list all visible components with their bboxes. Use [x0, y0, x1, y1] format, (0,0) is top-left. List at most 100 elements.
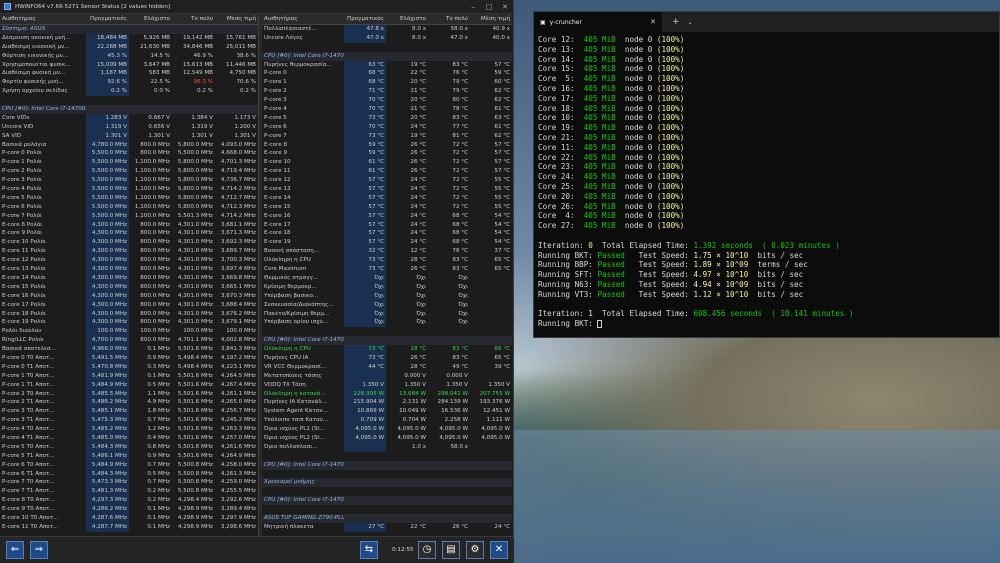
sensor-row[interactable] — [262, 505, 512, 514]
tab-close-icon[interactable]: ✕ — [650, 18, 656, 26]
sensor-row[interactable]: Μητρική πλακέτα 27 °C 22 °C 26 °C 24 °C — [262, 522, 512, 532]
network-icon[interactable]: ⇆ — [360, 541, 378, 559]
sensor-row[interactable] — [0, 96, 258, 105]
sensor-row[interactable]: Χρήση αρχείου σελίδας 0.2 % 0.0 % 0.2 % 0.2 … — [0, 87, 258, 97]
sensor-group-header[interactable]: Σύστημα: ASUS — [0, 25, 258, 34]
sensor-row[interactable]: Συσκευασία/Διακόπτης... Όχι Όχι Όχι — [262, 300, 512, 310]
sensor-row[interactable]: Πυρήνες CPU IA 73 °C 26 °C 83 °C 65 °C — [262, 353, 512, 363]
sensor-row[interactable]: E-core 8 59 °C 26 °C 72 °C 57 °C — [262, 140, 512, 150]
sensor-row[interactable]: Core VIDs 1.283 V 0.667 V 1.384 V 1.173 V — [0, 113, 258, 123]
sensor-group-header[interactable]: CPU [#0]: Intel Core i7-14700KF: DTS — [262, 51, 512, 61]
sensor-row[interactable]: P-core 4 T1 Αποτ... 5,485.0 MHz 0.4 MHz 5,5… — [0, 433, 258, 443]
sensor-row[interactable]: E-core 10 Ρολόι 4,300.0 MHz 800.0 MHz 4,301… — [0, 238, 258, 248]
sensor-row[interactable]: Διαθέσιμη φυσική μν... 1,187 MB 583 MB 12,5… — [0, 69, 258, 79]
sensor-row[interactable]: P-core 2 T0 Αποτ... 5,485.5 MHz 1.1 MHz 5,5… — [0, 389, 258, 399]
sensor-row[interactable]: E-core 18 57 °C 24 °C 68 °C 54 °C — [262, 229, 512, 239]
sensor-row[interactable]: E-core 10 61 °C 26 °C 72 °C 57 °C — [262, 158, 512, 168]
sensor-row[interactable]: P-core 4 Ρολόι 5,500.0 MHz 1,100.0 MHz 5,80… — [0, 185, 258, 194]
close-x-icon[interactable]: ✕ — [490, 541, 508, 559]
sensor-row[interactable]: Ολόκληρη η κατανά... 228.305 W 13.684 W 298… — [262, 389, 512, 399]
sensor-row[interactable]: E-core 12 Ρολόι 4,300.0 MHz 800.0 MHz 4,301… — [0, 256, 258, 266]
report-icon[interactable]: ▤ — [442, 541, 460, 559]
sensor-row[interactable]: E-core 16 57 °C 24 °C 68 °C 54 °C — [262, 211, 512, 221]
col-min[interactable]: Ελάχιστο — [129, 14, 172, 24]
sensor-row[interactable]: E-core 17 Ρολόι 4,300.0 MHz 800.0 MHz 4,301… — [0, 300, 258, 310]
col-current[interactable]: Προγματικός — [86, 14, 129, 24]
sensor-row[interactable] — [262, 327, 512, 336]
sensor-group-header[interactable]: ASUS TUF GAMING Z790-PLUS WIFI D4 (Nuvot… — [262, 513, 512, 523]
sensor-row[interactable]: Uncore Λόγος 47.0 x 8.0 x 47.0 x 40.0 x — [262, 33, 512, 43]
sensor-row[interactable]: P-core 5 T1 Αποτ... 5,486.1 MHz 0.9 MHz 5,5… — [0, 451, 258, 461]
sensor-row[interactable]: P-core 3 Ρολόι 5,500.0 MHz 1,100.0 MHz 5,80… — [0, 176, 258, 186]
sensor-row[interactable]: System Agent Καταν... 10.869 W 10.049 W 16.… — [262, 407, 512, 417]
sensor-row[interactable]: E-core 13 57 °C 24 °C 72 °C 55 °C — [262, 185, 512, 194]
sensor-row[interactable]: Uncore VID 1.319 V 0.656 V 1.319 V 1.200 V — [0, 122, 258, 132]
sensor-row[interactable]: Ρολόι διαύλου 100.0 MHz 100.0 MHz 100.0 MHz… — [0, 327, 258, 337]
sensor-row[interactable]: P-core 6 T0 Αποτ... 5,484.9 MHz 0.7 MHz 5,5… — [0, 460, 258, 470]
sensor-row[interactable]: P-core 6 Ρολόι 5,500.0 MHz 1,100.0 MHz 5,80… — [0, 202, 258, 212]
sensor-row[interactable]: E-core 9 T0 Αποτ... 4,286.2 MHz 0.1 MHz 4,2… — [0, 505, 258, 514]
new-tab-icon[interactable]: + — [672, 17, 680, 27]
sensor-row[interactable]: P-core 0 Ρολόι 5,500.0 MHz 800.0 MHz 5,500.… — [0, 149, 258, 159]
sensor-row[interactable]: E-core 17 57 °C 24 °C 68 °C 54 °C — [262, 220, 512, 230]
settings-gear-icon[interactable]: ⚙ — [466, 541, 484, 559]
hwinfo-titlebar[interactable]: HWiNFO64 v7.66-5271 Sensor Status [2 val… — [0, 0, 513, 14]
sensor-group-header[interactable]: CPU [#0]: Intel Core i7-14700KF: Enhance… — [262, 336, 512, 346]
col-avg[interactable]: Μέση τιμή — [470, 14, 512, 24]
sensor-row[interactable]: Βασικά αποτελεσ... 4,966.0 MHz 0.1 MHz 5,50… — [0, 345, 258, 354]
tab-y-cruncher[interactable]: ▣ y-cruncher ✕ — [534, 12, 662, 32]
sensor-row[interactable]: Ολόκληρη η CPU 73 °C 28 °C 83 °C 66 °C — [262, 345, 512, 354]
sensor-row[interactable]: P-core 2 71 °C 21 °C 79 °C 62 °C — [262, 87, 512, 97]
col-sensor[interactable]: Αισθητήρας — [0, 14, 86, 24]
sensor-group-header[interactable]: CPU [#0]: Intel Core i7-14700KF: Λόγοι ο… — [262, 496, 512, 506]
sensor-row[interactable]: Core Maximum 73 °C 26 °C 83 °C 65 °C — [262, 265, 512, 274]
sensor-row[interactable]: Ολόκληρη η CPU 73 °C 28 °C 83 °C 65 °C — [262, 256, 512, 266]
sensor-row[interactable]: Βασικά ρολόγια 4,780.0 MHz 800.0 MHz 5,800.… — [0, 140, 258, 150]
sensor-row[interactable]: P-core 1 T1 Αποτ... 5,484.9 MHz 0.5 MHz 5,5… — [0, 380, 258, 390]
sensor-row[interactable]: P-core 4 70 °C 21 °C 78 °C 61 °C — [262, 105, 512, 114]
sensor-row[interactable]: P-core 0 68 °C 22 °C 76 °C 59 °C — [262, 69, 512, 79]
chevron-down-icon[interactable]: ⌄ — [688, 19, 693, 26]
sensor-row[interactable]: E-core 11 Ρολόι 4,300.0 MHz 800.0 MHz 4,301… — [0, 247, 258, 257]
sensor-row[interactable]: E-core 18 Ρολόι 4,300.0 MHz 800.0 MHz 4,301… — [0, 309, 258, 319]
sensor-row[interactable]: Κρίσιμη θερμοκρ... Όχι Όχι Όχι — [262, 282, 512, 292]
sensor-row[interactable]: Πυρήνες IA Κατανάλ... 215.904 W 2.131 W 284… — [262, 398, 512, 408]
terminal-window[interactable]: ▣ y-cruncher ✕ + ⌄ Core 12: 405 MiB node… — [533, 11, 1000, 338]
sensor-row[interactable]: P-core 3 T1 Αποτ... 5,475.3 MHz 0.7 MHz 5,5… — [0, 416, 258, 426]
sensor-row[interactable]: P-core 1 Ρολόι 5,500.0 MHz 1,100.0 MHz 5,80… — [0, 158, 258, 168]
hwinfo-window[interactable]: HWiNFO64 v7.66-5271 Sensor Status [2 val… — [0, 0, 514, 563]
sensor-row[interactable] — [262, 43, 512, 52]
sensor-row[interactable]: P-core 7 T0 Αποτ... 5,473.3 MHz 0.7 MHz 5,5… — [0, 478, 258, 488]
sensor-row[interactable]: E-core 11 T0 Αποτ... 4,287.7 MHz 0.1 MHz 4,… — [0, 522, 258, 532]
sensor-row[interactable]: SA VID 1.301 V 1.301 V 1.301 V 1.301 V — [0, 131, 258, 141]
sensor-row[interactable]: Χρησιμοποιείται φυσικ... 15,009 MB 3,647 M… — [0, 60, 258, 70]
sensor-row[interactable]: E-core 15 57 °C 24 °C 72 °C 55 °C — [262, 202, 512, 212]
sensor-row[interactable]: Φόρτιση εικονικής μν... 45.3 % 14.5 % 46.9 … — [0, 51, 258, 61]
maximize-button[interactable]: □ — [481, 3, 497, 11]
sensor-pane-right[interactable]: Αισθητήρας Προγματικός Ελάχιστο Το πολύ … — [262, 14, 512, 536]
col-current[interactable]: Προγματικός — [344, 14, 386, 24]
sensor-row[interactable]: VR VCC Θερμοκρασί... 44 °C 28 °C 49 °C 39 °C — [262, 362, 512, 372]
sensor-group-header[interactable]: CPU [#0]: Intel Core i7-14700KF — [0, 105, 258, 114]
sensor-row[interactable]: P-core 7 73 °C 19 °C 81 °C 62 °C — [262, 131, 512, 141]
sensor-group-header[interactable]: Χρονισμοί μνήμης — [262, 478, 512, 488]
sensor-row[interactable]: E-core 8 T0 Αποτ... 4,297.3 MHz 0.2 MHz 4,2… — [0, 496, 258, 506]
col-sensor[interactable]: Αισθητήρας — [262, 14, 344, 24]
sensor-pane-left[interactable]: Αισθητήρας Προγματικός Ελάχιστο Το πολύ … — [0, 14, 258, 536]
sensor-row[interactable]: Διαθέσιμη εικονική μν... 22,288 MB 21,630 … — [0, 42, 258, 52]
sensor-row[interactable] — [262, 452, 512, 461]
sensor-row[interactable]: Μετατοπίσεις τάσης 0.000 V 0.000 V — [262, 371, 512, 381]
sensor-row[interactable]: P-core 1 T0 Αποτ... 5,481.9 MHz 0.1 MHz 5,5… — [0, 371, 258, 381]
sensor-row[interactable]: P-core 3 T0 Αποτ... 5,485.1 MHz 1.8 MHz 5,5… — [0, 407, 258, 417]
sensor-row[interactable]: Υπέρβαση ορίου ισχύ... Όχι Όχι Όχι — [262, 318, 512, 328]
sensor-row[interactable]: P-core 5 T0 Αποτ... 5,484.3 MHz 0.8 MHz 5,5… — [0, 442, 258, 452]
col-avg[interactable]: Μέση τιμή — [215, 14, 258, 24]
sensor-row[interactable]: Θερμικός στραγγ... Όχι Όχι Όχι — [262, 273, 512, 283]
sensor-row[interactable]: Δέσμευση ακονική μνή... 18,484 MB 5,926 MB… — [0, 33, 258, 43]
sensor-row[interactable]: E-core 12 57 °C 24 °C 72 °C 55 °C — [262, 176, 512, 186]
sensor-row[interactable]: E-core 11 61 °C 26 °C 72 °C 57 °C — [262, 167, 512, 177]
sensor-row[interactable] — [262, 487, 512, 496]
sensor-row[interactable]: Πακέτο/Κρίσιμη θερμ... Όχι Όχι Όχι — [262, 309, 512, 319]
col-min[interactable]: Ελάχιστο — [386, 14, 428, 24]
sensor-row[interactable]: Φορτίο φυσικής μνή... 92.6 % 22.5 % 96.3 % 7… — [0, 78, 258, 88]
